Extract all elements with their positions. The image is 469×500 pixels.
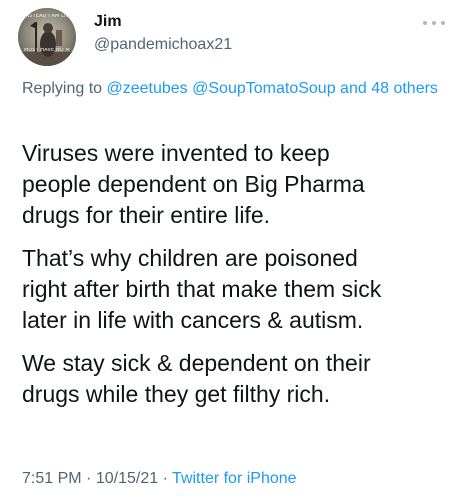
avatar[interactable]: INSTEAD I AM LIGHT PILLAR MUST HAVE NO M… [18,8,76,66]
dot [423,21,427,25]
others-link[interactable]: 48 others [371,80,438,97]
meta-separator: · [162,470,168,487]
tweet-paragraph: Viruses were invented to keep people dep… [22,140,365,228]
mention-link[interactable]: @zeetubes [107,80,188,97]
meta-separator: · [86,470,92,487]
display-name[interactable]: Jim [94,12,232,32]
tweet-paragraph: That’s why children are poisoned right a… [22,245,382,333]
avatar-caption-top: INSTEAD I AM LIGHT PILLAR [24,14,70,19]
tweet-text: Viruses were invented to keep people dep… [22,138,452,422]
dot [432,21,436,25]
tweet-header: INSTEAD I AM LIGHT PILLAR MUST HAVE NO M… [18,8,451,68]
tweet-paragraph: We stay sick & dependent on their drugs … [22,350,371,407]
tweet-date[interactable]: 10/15/21 [96,470,158,487]
tweet-time[interactable]: 7:51 PM [22,470,82,487]
tweet-source[interactable]: Twitter for iPhone [172,470,297,487]
user-handle[interactable]: @pandemichoax21 [94,35,232,55]
author-names: Jim @pandemichoax21 [94,12,232,55]
replying-prefix: Replying to [22,80,103,97]
tweet-card: INSTEAD I AM LIGHT PILLAR MUST HAVE NO M… [0,0,469,500]
avatar-caption-bottom: MUST HAVE NO MERCY ON THE ELITE [24,48,70,53]
mention-joiner[interactable]: and [340,80,367,97]
tweet-meta: 7:51 PM · 10/15/21 · Twitter for iPhone [22,469,297,489]
mention-link[interactable]: @SoupTomatoSoup [192,80,335,97]
dot [441,21,445,25]
replying-to: Replying to @zeetubes @SoupTomatoSoup an… [22,77,452,101]
more-dots-icon[interactable] [423,18,445,28]
